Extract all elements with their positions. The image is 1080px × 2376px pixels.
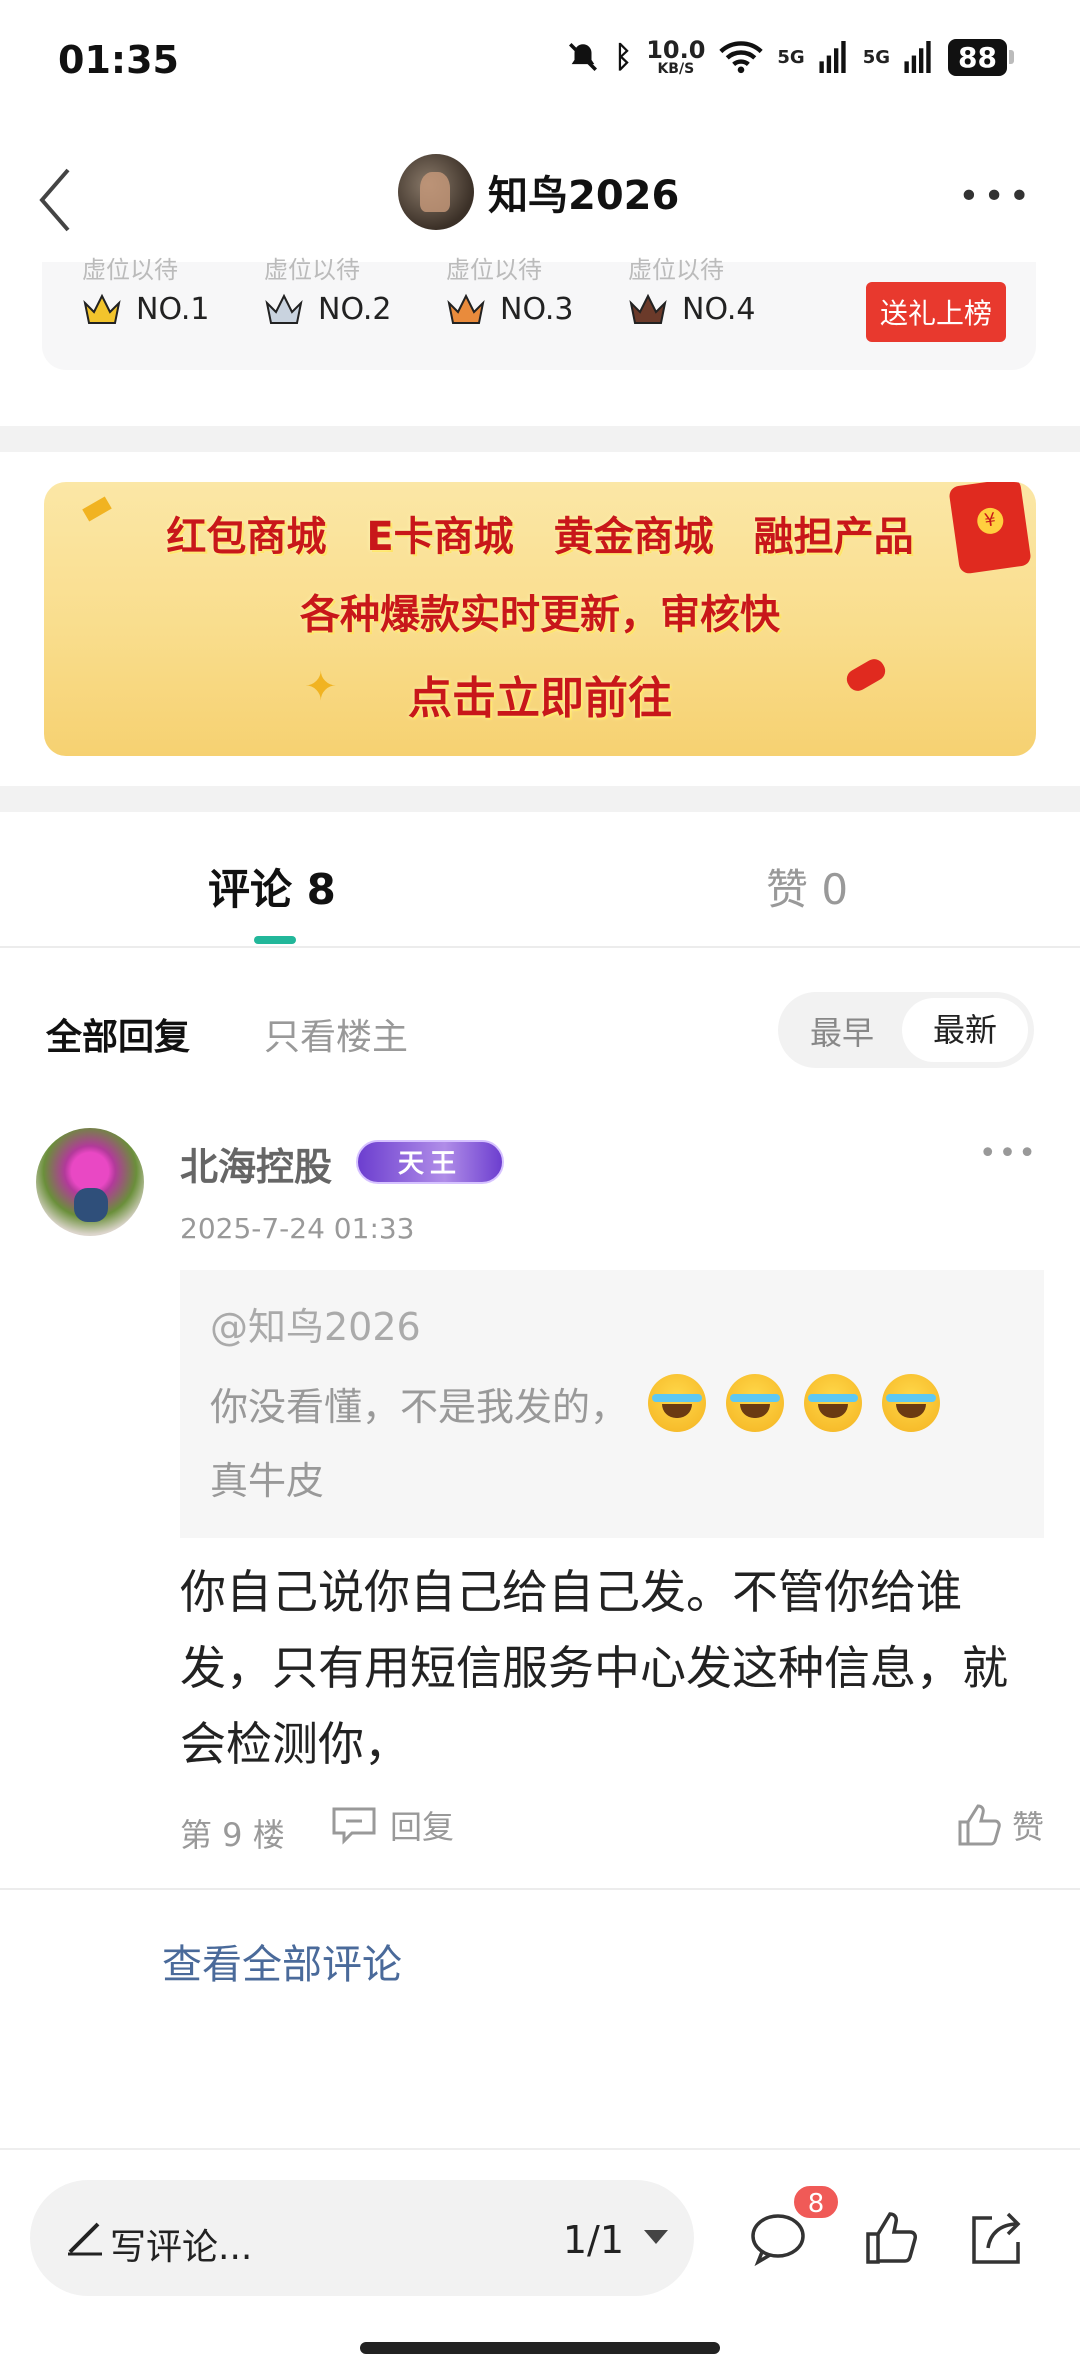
banner-row-2: 各种爆款实时更新，审核快 [300, 592, 780, 638]
floor-number: 第 9 楼 [180, 1816, 285, 1854]
mute-bell-icon [569, 42, 598, 72]
rank-placeholder: 虚位以待 [264, 256, 360, 284]
gift-ranking-card: 虚位以待 NO.1 虚位以待 NO.2 虚位以待 NO.3 虚位以待 NO.4 … [42, 256, 1036, 370]
signal-bars-icon-2 [904, 41, 931, 73]
quoted-reply: @知鸟2026 你没看懂，不是我发的， 真牛皮 [180, 1270, 1044, 1538]
comment-count-badge: 8 [792, 2184, 840, 2220]
status-bar: 01:35 ᛒ 10.0 KB/S 5G 5G 88 [0, 0, 1080, 120]
rank-label: NO.1 [136, 292, 210, 327]
rank-label: NO.2 [318, 292, 392, 327]
tab-comments[interactable]: 评论 8 [208, 856, 336, 917]
more-options-icon[interactable]: ••• [958, 176, 1034, 217]
battery-icon: 88 [948, 38, 1014, 76]
page-title: 知鸟2026 [488, 173, 680, 219]
quote-text: 你没看懂，不是我发的， [210, 1384, 629, 1429]
write-comment-input[interactable]: 写评论... 1/1 [30, 2180, 694, 2296]
filter-all-replies[interactable]: 全部回复 [46, 1008, 190, 1060]
divider [0, 1888, 1080, 1890]
comment-timestamp: 2025-7-24 01:33 [180, 1212, 415, 1245]
more-options-icon[interactable]: ••• [979, 1136, 1038, 1171]
signal-5g-label: 5G [777, 46, 805, 68]
thumbs-up-icon [958, 1804, 1001, 1846]
promo-banner[interactable]: 红包商城E卡商城黄金商城融担产品 各种爆款实时更新，审核快 ✦ 点击立即前往 [44, 482, 1036, 756]
status-time: 01:35 [58, 38, 179, 82]
rank-label: NO.3 [500, 292, 574, 327]
banner-cta: 点击立即前往 [408, 673, 672, 724]
crown-gold-icon [83, 293, 121, 324]
crying-laugh-emoji-icon [882, 1374, 941, 1432]
chevron-down-icon[interactable] [644, 2230, 668, 2244]
reply-label: 回复 [390, 1808, 455, 1846]
home-indicator[interactable] [360, 2342, 720, 2354]
comment-bubble-icon[interactable] [748, 2208, 808, 2268]
section-divider [0, 786, 1080, 812]
section-divider [0, 426, 1080, 452]
crying-laugh-emoji-icon [726, 1374, 785, 1432]
header-title-group[interactable]: 知鸟2026 [398, 154, 679, 230]
pencil-icon [68, 2222, 102, 2256]
comment-body: 你自己说你自己给自己发。不管你给谁发，只有用短信服务中心发这种信息，就会检测你， [180, 1565, 1008, 1771]
banner-item: E卡商城 [366, 514, 514, 560]
status-icons: ᛒ 10.0 KB/S 5G 5G 88 [566, 38, 1014, 76]
rank-placeholder: 虚位以待 [446, 256, 542, 284]
rank-placeholder: 虚位以待 [82, 256, 178, 284]
page-indicator[interactable]: 1/1 [563, 2218, 624, 2262]
avatar[interactable] [36, 1128, 144, 1236]
sort-earliest[interactable]: 最早 [810, 1008, 874, 1054]
signal-5g-label-2: 5G [862, 46, 891, 68]
filter-op-only[interactable]: 只看楼主 [264, 1008, 408, 1060]
bluetooth-icon: ᛒ [614, 39, 633, 75]
red-packet-icon [948, 482, 1032, 575]
view-all-comments-link[interactable]: 查看全部评论 [162, 1932, 402, 1990]
comment-actions: 第 9 楼 回复 赞 [180, 1802, 1044, 1862]
active-tab-indicator [254, 936, 296, 944]
banner-item: 黄金商城 [553, 514, 714, 560]
wifi-icon [719, 41, 764, 74]
write-comment-placeholder: 写评论... [110, 2227, 253, 2268]
banner-item: 红包商城 [166, 514, 327, 560]
quote-text-line: 你没看懂，不是我发的， [210, 1374, 941, 1432]
top-nav: 知鸟2026 ••• [0, 140, 1080, 260]
rank-placeholder: 虚位以待 [628, 256, 724, 284]
reply-filter-bar: 全部回复 只看楼主 最早 最新 [0, 990, 1080, 1072]
thumbs-up-icon[interactable] [862, 2208, 922, 2268]
crown-bronze-icon [447, 293, 485, 324]
tab-likes[interactable]: 赞 0 [766, 856, 848, 917]
banner-item: 融担产品 [753, 514, 914, 560]
like-label: 赞 [1011, 1808, 1044, 1846]
reply-button[interactable]: 回复 [330, 1802, 454, 1848]
reply-bubble-icon [332, 1807, 376, 1845]
user-level-badge: 天王 [356, 1140, 504, 1184]
back-arrow-icon[interactable] [26, 160, 86, 240]
crown-dark-icon [629, 293, 667, 324]
share-icon[interactable] [966, 2208, 1026, 2268]
sort-toggle: 最早 最新 [778, 992, 1034, 1068]
quote-mention[interactable]: @知鸟2026 [210, 1296, 421, 1351]
network-speed: 10.0 KB/S [646, 36, 706, 77]
comment-like-tabs: 评论 8 赞 0 [0, 814, 1080, 948]
crying-laugh-emoji-icon [804, 1374, 863, 1432]
rank-label: NO.4 [682, 292, 756, 327]
banner-row-1: 红包商城 E卡商城 黄金商城 融担产品 [44, 504, 1036, 562]
crown-silver-icon [265, 293, 303, 324]
signal-bars-icon [819, 41, 846, 73]
crying-laugh-emoji-icon [648, 1374, 707, 1432]
avatar[interactable] [398, 154, 474, 230]
sort-newest[interactable]: 最新 [902, 998, 1028, 1062]
like-button[interactable]: 赞 [956, 1802, 1044, 1848]
quote-text-line-2: 真牛皮 [210, 1459, 325, 1503]
comment-author[interactable]: 北海控股 [180, 1136, 332, 1191]
send-gift-button[interactable]: 送礼上榜 [865, 282, 1006, 342]
